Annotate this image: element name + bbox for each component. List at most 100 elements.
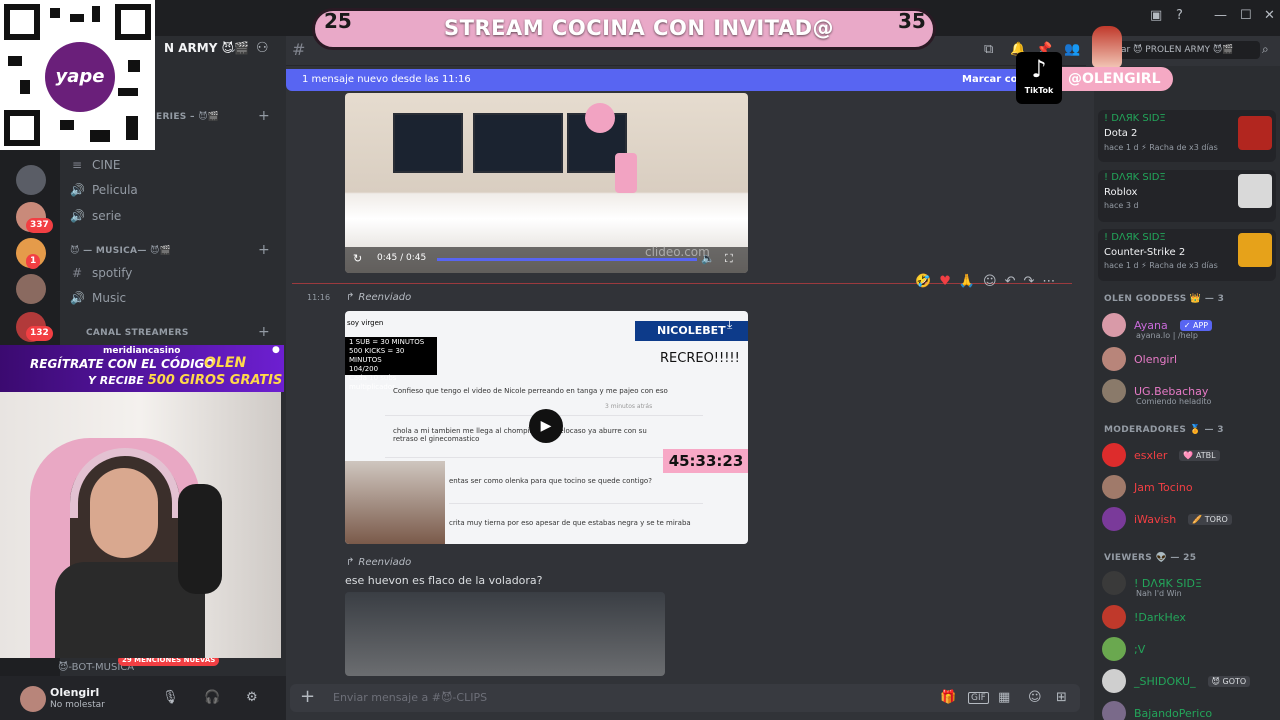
channel-label: serie bbox=[92, 209, 122, 223]
heart-emoji-icon[interactable]: ♥ bbox=[939, 274, 951, 289]
message-actions: 🤣 ♥ 🙏 ☺ ↶ ↷ ⋯ bbox=[915, 271, 1075, 291]
member-status: Comiendo heladito bbox=[1136, 397, 1212, 406]
tiktok-handle: @OLENGIRL bbox=[1062, 67, 1173, 91]
activity-game: Roblox bbox=[1104, 187, 1138, 198]
user-status: No molestar bbox=[50, 700, 105, 710]
message-text: ese huevon es flaco de la voladora? bbox=[345, 574, 543, 587]
member-item[interactable]: esxler 🩷 ATBL bbox=[1102, 441, 1220, 469]
gear-icon[interactable]: ⚙ bbox=[246, 690, 258, 705]
fullscreen-icon[interactable]: ⛶ bbox=[725, 252, 733, 266]
qr-code: yape bbox=[0, 0, 155, 150]
forward-icon[interactable]: ↷ bbox=[1024, 274, 1035, 289]
avatar bbox=[1102, 313, 1126, 337]
maximize-icon[interactable]: ☐ bbox=[1240, 8, 1252, 23]
member-item[interactable]: Jam Tocino bbox=[1102, 473, 1193, 501]
channel-serie[interactable]: 🔊 serie bbox=[70, 205, 121, 227]
more-icon[interactable]: ⋯ bbox=[1042, 274, 1055, 289]
yape-logo: yape bbox=[45, 42, 115, 112]
speaker-icon: 🔊 bbox=[70, 183, 85, 197]
video-attachment-1[interactable]: ↻ 0:45 / 0:45 clideo.com 🔈 ⛶ bbox=[345, 93, 748, 273]
apps-icon[interactable]: ⊞ bbox=[1056, 690, 1067, 705]
gift-icon[interactable]: 🎁 bbox=[940, 690, 956, 705]
channel-spotify[interactable]: # spotify bbox=[70, 262, 132, 284]
member-item[interactable]: BajandoPerico bbox=[1102, 699, 1212, 720]
download-icon[interactable]: ⤓ bbox=[727, 317, 732, 332]
activity-user: ! DΛЯK SIDΞ bbox=[1104, 113, 1166, 124]
casino-code: OLEN bbox=[204, 355, 247, 371]
webcam-feed bbox=[0, 392, 281, 658]
forward-icon: ↱ bbox=[346, 557, 355, 568]
mark-read-button[interactable]: Marcar co bbox=[962, 74, 1018, 85]
message-timestamp: 11:16 bbox=[307, 293, 331, 302]
microphone-icon[interactable]: 🎙 bbox=[162, 690, 179, 705]
headphones-icon[interactable]: 🎧 bbox=[204, 690, 220, 705]
member-item[interactable]: ;V bbox=[1102, 635, 1145, 663]
category-streamers[interactable]: CANAL STREAMERS bbox=[86, 328, 189, 338]
close-icon[interactable]: ● bbox=[272, 345, 280, 355]
video-attachment-3[interactable] bbox=[345, 592, 665, 676]
member-item[interactable]: _SHIDOKU_ 😈 GOTO bbox=[1102, 667, 1251, 695]
volume-icon[interactable]: 🔈 bbox=[701, 252, 715, 265]
gif-icon[interactable]: GIF bbox=[968, 692, 989, 704]
channel-pelicula[interactable]: 🔊 Pelicula bbox=[70, 179, 138, 201]
stream-right-number: 35 bbox=[898, 9, 926, 33]
close-icon[interactable]: ✕ bbox=[1264, 8, 1275, 23]
channel-music[interactable]: 🔊 Music bbox=[70, 287, 126, 309]
server-icon-4[interactable] bbox=[16, 274, 46, 304]
help-icon[interactable]: ? bbox=[1176, 8, 1183, 23]
member-item[interactable]: ! DΛЯK SIDΞ Nah I'd Win bbox=[1102, 569, 1202, 598]
avatar bbox=[1102, 507, 1126, 531]
add-channel-icon[interactable]: + bbox=[258, 242, 270, 258]
group-moderators: MODERADORES 🏅 — 3 bbox=[1104, 425, 1224, 435]
pray-emoji-icon[interactable]: 🙏 bbox=[959, 274, 975, 289]
activity-meta: hace 1 d ⚡ Racha de x3 días bbox=[1104, 143, 1218, 152]
category-musica[interactable]: 😈 — MUSICA— 😈🎬 bbox=[70, 246, 171, 256]
attach-plus-icon[interactable]: + bbox=[300, 686, 315, 707]
sticker-icon[interactable]: ▦ bbox=[998, 690, 1010, 705]
member-item[interactable]: !DarkHex bbox=[1102, 603, 1186, 631]
new-messages-banner[interactable]: 1 mensaje nuevo desde las 11:16 Marcar c… bbox=[286, 69, 1086, 91]
add-channel-icon[interactable]: + bbox=[258, 324, 270, 340]
inbox-icon[interactable]: ▣ bbox=[1150, 8, 1162, 23]
tiktok-icon: ♪ bbox=[1031, 55, 1047, 83]
member-name: ;V bbox=[1134, 642, 1146, 656]
member-item[interactable]: iWavish 🥖 TORO bbox=[1102, 505, 1232, 533]
clip-comment: entas ser como olenka para que tocino se… bbox=[449, 477, 652, 485]
category-series[interactable]: ERIES – 😈🎬 bbox=[156, 112, 219, 122]
channel-cine[interactable]: ≡ CINE bbox=[70, 154, 121, 176]
emoji-icon[interactable]: ☺ bbox=[1028, 690, 1042, 705]
search-input[interactable]: car 😈 PROLEN ARMY 😈🎬 bbox=[1110, 41, 1260, 59]
add-channel-icon[interactable]: + bbox=[258, 108, 270, 124]
member-name: BajandoPerico bbox=[1134, 706, 1213, 720]
add-reaction-icon[interactable]: ☺ bbox=[983, 274, 997, 289]
activity-meta: hace 3 d bbox=[1104, 201, 1139, 210]
replay-icon[interactable]: ↻ bbox=[353, 252, 362, 265]
streamer-inset-image bbox=[345, 461, 445, 544]
avatar bbox=[1102, 605, 1126, 629]
activity-user: ! DΛЯK SIDΞ bbox=[1104, 232, 1166, 243]
member-item[interactable]: UG.Bebachay Comiendo heladito bbox=[1102, 377, 1212, 406]
members-icon[interactable]: 👥 bbox=[1064, 42, 1080, 57]
stream-title: STREAM COCINA CON INVITAD@ bbox=[444, 16, 835, 40]
video-controls: ↻ 0:45 / 0:45 clideo.com 🔈 ⛶ bbox=[345, 245, 748, 273]
minimize-icon[interactable]: — bbox=[1214, 8, 1227, 23]
member-item[interactable]: Olengirl bbox=[1102, 345, 1177, 373]
video-attachment-2[interactable]: soy virgen 1 SUB = 30 MINUTOS 500 KICKS … bbox=[345, 311, 748, 544]
channel-label: Music bbox=[92, 291, 127, 305]
play-icon[interactable]: ▶ bbox=[529, 409, 563, 443]
message-placeholder: Enviar mensaje a #😈-CLIPS bbox=[333, 691, 488, 704]
server-icon-1[interactable] bbox=[16, 165, 46, 195]
avatar[interactable] bbox=[20, 686, 46, 712]
threads-icon[interactable]: ⧉ bbox=[984, 42, 993, 57]
chevron-down-icon[interactable]: ⌄ bbox=[228, 42, 237, 55]
video-time: 0:45 / 0:45 bbox=[377, 253, 427, 263]
channel-label: Pelicula bbox=[92, 183, 138, 197]
search-icon[interactable]: ⌕ bbox=[1262, 42, 1269, 57]
reply-icon[interactable]: ↶ bbox=[1005, 274, 1016, 289]
group-goddess: OLEN GODDESS 👑 — 3 bbox=[1104, 294, 1225, 304]
member-item[interactable]: Ayana ✓ APP ayana.lo | /help bbox=[1102, 311, 1213, 340]
add-member-icon[interactable]: ⚇ bbox=[256, 40, 269, 56]
laugh-emoji-icon[interactable]: 🤣 bbox=[915, 274, 931, 289]
search-placeholder: car 😈 PROLEN ARMY 😈🎬 bbox=[1116, 45, 1234, 55]
clip-comment: crita muy tierna por eso apesar de que e… bbox=[449, 519, 691, 527]
